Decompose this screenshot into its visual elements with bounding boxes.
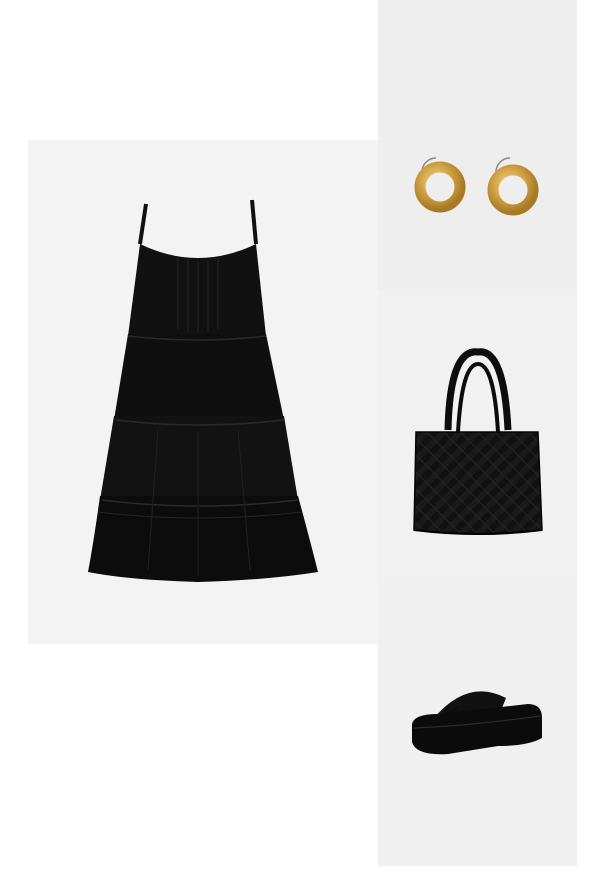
- dress-product-tile[interactable]: [28, 140, 378, 644]
- sandal-product-tile[interactable]: [378, 578, 577, 866]
- earrings-product-tile[interactable]: [378, 0, 577, 290]
- black-woven-tote-bag-image: [413, 348, 543, 535]
- black-platform-sandal-image: [412, 691, 542, 755]
- black-tiered-dress-image: [88, 199, 318, 582]
- outfit-collage: [0, 0, 606, 875]
- bag-product-tile[interactable]: [378, 290, 577, 578]
- gold-hoop-earrings-image: [414, 157, 539, 216]
